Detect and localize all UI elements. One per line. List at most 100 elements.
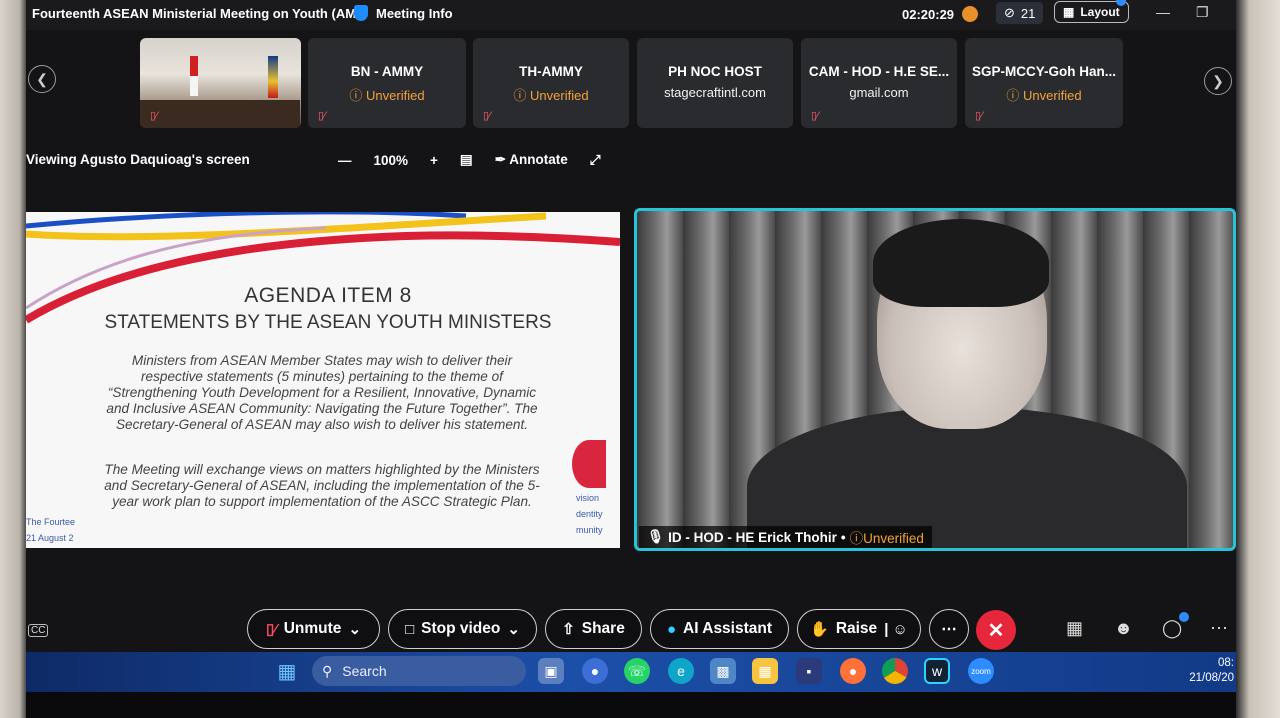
- more-options-button[interactable]: ⋯: [929, 609, 969, 649]
- participants-icon[interactable]: ☻: [1114, 618, 1133, 639]
- zoom-out-button[interactable]: —: [338, 153, 352, 168]
- chevron-down-icon[interactable]: ⌄: [507, 620, 520, 638]
- apps-icon[interactable]: ▦: [1066, 618, 1083, 639]
- reaction-icon[interactable]: | ☺: [884, 621, 908, 638]
- flag-image: [190, 56, 198, 96]
- restore-icon[interactable]: ❐: [1196, 4, 1209, 21]
- webex-icon[interactable]: w: [924, 658, 950, 684]
- mic-muted-icon: ▯⁄: [811, 110, 819, 122]
- firefox-icon[interactable]: ●: [840, 658, 866, 684]
- participant-tile[interactable]: SGP-MCCY-Goh Han... ⓘ Unverified ▯⁄: [965, 38, 1123, 128]
- hand-icon: ✋: [810, 621, 829, 638]
- participant-tile[interactable]: PH NOC HOST stagecraftintl.com: [637, 38, 793, 128]
- search-label: Search: [342, 663, 387, 679]
- participant-status: stagecraftintl.com: [664, 85, 766, 100]
- annotate-button[interactable]: ✒ Annotate: [495, 152, 568, 168]
- speaker-hair-image: [873, 219, 1049, 307]
- task-view-icon[interactable]: ▣: [538, 658, 564, 684]
- ellipsis-icon: ⋯: [941, 620, 957, 638]
- layout-icon: ▦: [1063, 5, 1075, 19]
- shield-icon: [354, 5, 368, 21]
- raise-hand-button[interactable]: ✋ Raise | ☺: [797, 609, 921, 649]
- stop-video-label: Stop video: [421, 620, 501, 637]
- chrome-icon[interactable]: [882, 658, 908, 684]
- separator-dot: •: [840, 529, 846, 545]
- taskbar-clock[interactable]: 08: 21/08/20: [1189, 656, 1234, 686]
- slide-heading: AGENDA ITEM 8: [244, 284, 412, 307]
- viewing-screen-label: Viewing Agusto Daquioag's screen: [26, 152, 250, 167]
- desk-image: [140, 100, 300, 128]
- minimize-icon[interactable]: —: [1156, 4, 1170, 20]
- flag-image: [268, 56, 278, 98]
- participant-tile[interactable]: CAM - HOD - H.E SE... gmail.com ▯⁄: [801, 38, 957, 128]
- participants-counter[interactable]: ⊘ 21: [996, 2, 1044, 24]
- ai-assistant-icon: ●: [666, 620, 677, 638]
- app-icon[interactable]: ▪: [796, 658, 822, 684]
- participant-status: ⓘ Unverified: [349, 88, 425, 103]
- title-bar: Fourteenth ASEAN Ministerial Meeting on …: [26, 0, 1236, 30]
- mic-muted-icon: ▯⁄: [265, 621, 277, 638]
- windows-start-icon[interactable]: ▦: [274, 658, 300, 684]
- participant-status: ⓘ Unverified: [1006, 88, 1082, 103]
- screen-options-icon[interactable]: ▤: [460, 152, 473, 168]
- participant-name: TH-AMMY: [519, 64, 583, 79]
- stop-video-button[interactable]: □ Stop video ⌄: [388, 609, 537, 649]
- meeting-info-button[interactable]: Meeting Info: [354, 5, 453, 21]
- windows-taskbar: ▦ ⚲ Search ▣ ● ☏ e ▩ ▦ ▪ ● w zoom 08: 21…: [26, 652, 1236, 692]
- captions-icon[interactable]: CC: [28, 624, 49, 637]
- meeting-timer: 02:20:29: [902, 7, 955, 22]
- participant-name: BN - AMMY: [350, 64, 424, 79]
- speaker-nametag: 🎙 ID - HOD - HE Erick Thohir • ⓘUnverifi…: [639, 526, 932, 548]
- clock-date: 21/08/20: [1189, 672, 1234, 684]
- unmute-label: Unmute: [283, 620, 342, 637]
- mic-muted-icon: ▯⁄: [318, 110, 326, 122]
- connection-signal-icon[interactable]: [962, 6, 978, 22]
- mic-muted-icon: ▯⁄: [150, 110, 158, 122]
- whatsapp-icon[interactable]: ☏: [624, 658, 650, 684]
- zoom-app-icon[interactable]: ●: [582, 658, 608, 684]
- remote-desktop-icon[interactable]: ▩: [710, 658, 736, 684]
- ai-assistant-button[interactable]: ● AI Assistant: [650, 609, 789, 649]
- zoom-in-button[interactable]: +: [430, 153, 438, 168]
- unmute-button[interactable]: ▯⁄ Unmute ⌄: [247, 609, 380, 649]
- end-call-button[interactable]: ✕: [976, 610, 1016, 650]
- share-button[interactable]: ⇧ Share: [545, 609, 642, 649]
- participant-name: CAM - HOD - H.E SE...: [808, 64, 950, 79]
- speaker-status: ⓘUnverified: [849, 531, 924, 546]
- strip-next-arrow[interactable]: ❯: [1204, 67, 1232, 95]
- participant-tile[interactable]: TH-AMMY ⓘ Unverified ▯⁄: [473, 38, 629, 128]
- share-screen-icon: ⇧: [562, 621, 575, 638]
- slide-paragraph-1: Ministers from ASEAN Member States may w…: [106, 353, 538, 432]
- zoom-level[interactable]: 100%: [374, 153, 409, 168]
- shared-screen-slide: AGENDA ITEM 8 STATEMENTS BY THE ASEAN YO…: [26, 212, 620, 548]
- chevron-right-icon: ❯: [1212, 72, 1224, 89]
- slide-paragraph-2: The Meeting will exchange views on matte…: [104, 462, 540, 509]
- pen-icon: ✒: [494, 152, 506, 167]
- participant-tile[interactable]: BN - AMMY ⓘ Unverified ▯⁄: [308, 38, 466, 128]
- active-speaker-video[interactable]: 🎙 ID - HOD - HE Erick Thohir • ⓘUnverifi…: [634, 208, 1236, 551]
- layout-label: Layout: [1080, 5, 1120, 19]
- mic-muted-icon: ▯⁄: [483, 110, 491, 122]
- edge-icon[interactable]: e: [668, 658, 694, 684]
- share-label: Share: [581, 620, 625, 637]
- mic-muted-icon: ▯⁄: [975, 110, 983, 122]
- participant-status: gmail.com: [849, 85, 909, 100]
- zoom-window: Fourteenth ASEAN Ministerial Meeting on …: [26, 0, 1236, 718]
- slide-subheading: STATEMENTS BY THE ASEAN YOUTH MINISTERS: [104, 312, 552, 333]
- monitor-bezel-left: [0, 0, 28, 718]
- participant-video-tile[interactable]: ▯⁄: [140, 38, 301, 128]
- more-icon[interactable]: ⋯: [1210, 618, 1228, 639]
- view-toolbar: — 100% + ▤ ✒ Annotate ⤢: [338, 152, 601, 168]
- speaker-name: ID - HOD - HE Erick Thohir: [668, 529, 837, 545]
- fullscreen-icon[interactable]: ⤢: [590, 152, 601, 168]
- eye-slash-icon: ⊘: [1004, 5, 1015, 20]
- chat-notification-dot: [1179, 612, 1189, 622]
- raise-label: Raise: [835, 620, 878, 637]
- file-explorer-icon[interactable]: ▦: [752, 658, 778, 684]
- chevron-down-icon[interactable]: ⌄: [348, 620, 361, 638]
- strip-prev-arrow[interactable]: ❮: [28, 65, 56, 93]
- slide-side-text: vision dentity munity: [576, 493, 603, 535]
- chat-icon[interactable]: ◯: [1162, 618, 1182, 639]
- zoom-icon[interactable]: zoom: [968, 658, 994, 684]
- taskbar-search[interactable]: ⚲ Search: [312, 656, 526, 686]
